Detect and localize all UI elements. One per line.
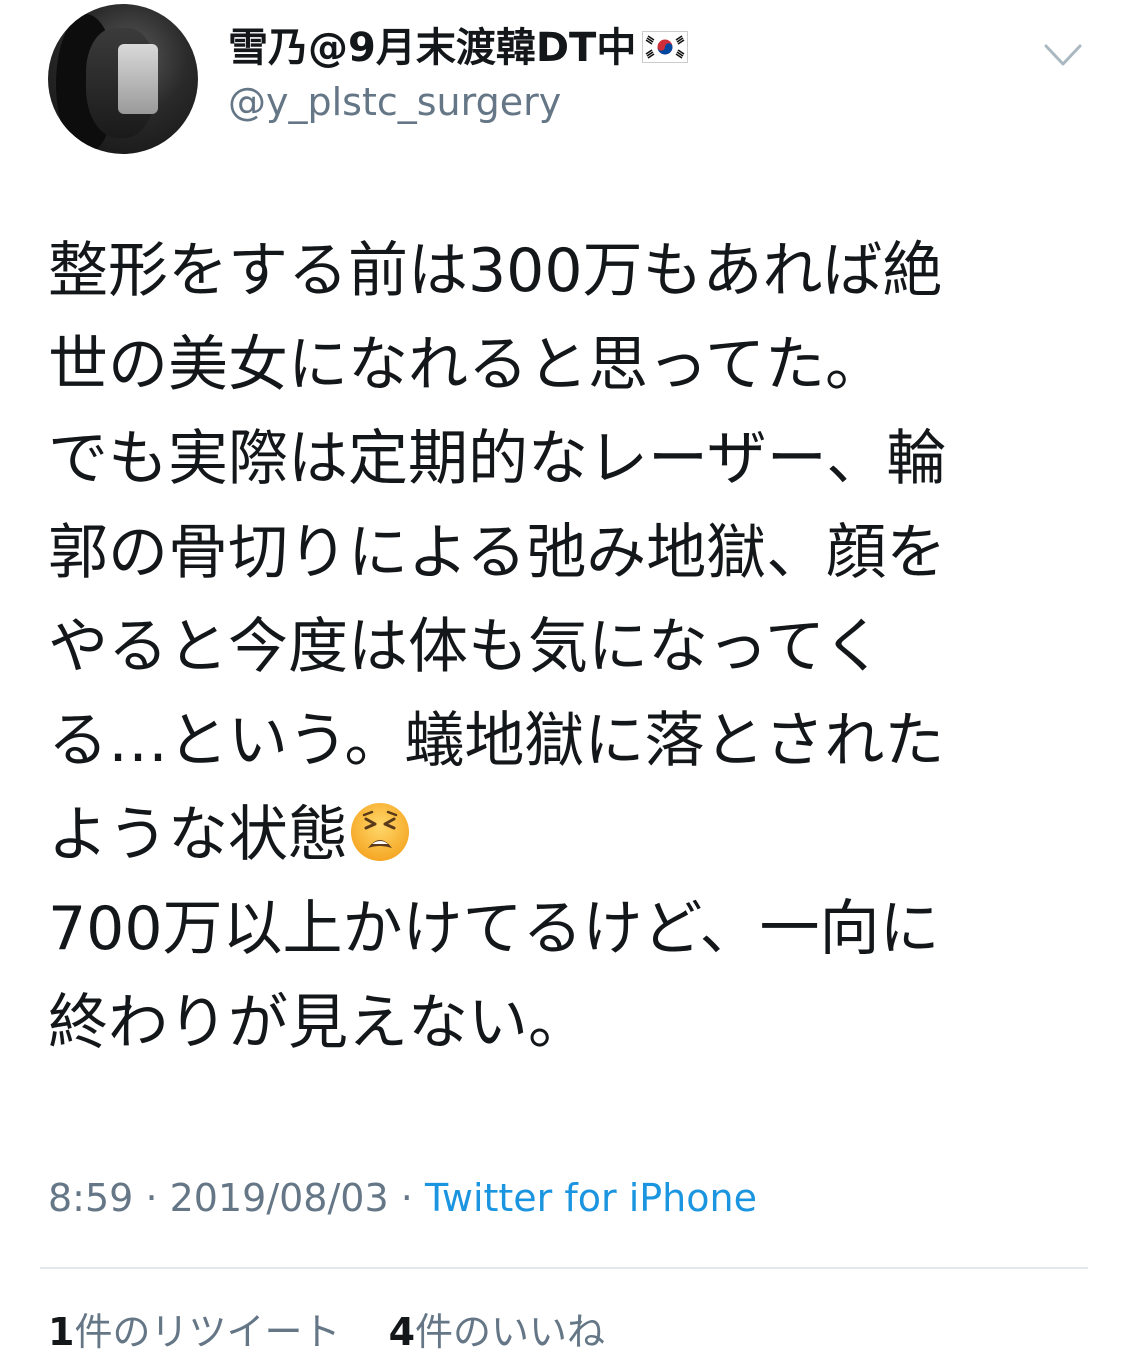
tweet-client-link[interactable]: Twitter for iPhone [425,1176,757,1220]
author-handle[interactable]: @y_plstc_surgery [228,76,561,128]
tweet-date[interactable]: 2019/08/03 [170,1176,389,1220]
divider [40,1267,1088,1269]
south-korea-flag-icon [642,31,689,63]
tired-face-emoji-icon [351,803,409,862]
tweet-stats: 1件のリツイート 4件のいいね [48,1302,605,1362]
tweet-text-segment: ような状態 [48,800,348,870]
avatar-phone-shape [118,44,158,114]
tweet-text-line: る…という。蟻地獄に落とされた [48,706,945,776]
author-display-name[interactable]: 雪乃@9月末渡韓DT中 [228,22,689,74]
like-label: 件のいいね [415,1310,606,1354]
tweet-metadata: 8:59 · 2019/08/03 · Twitter for iPhone [48,1168,757,1228]
meta-separator: · [145,1176,158,1220]
like-count: 4 [388,1310,416,1354]
retweet-label: 件のリツイート [74,1310,341,1354]
meta-separator: · [400,1176,413,1220]
tweet-text-line: 終わりが見えない。 [48,988,588,1058]
tweet-time[interactable]: 8:59 [48,1176,133,1220]
tweet-body: 整形をする前は300万もあれば絶 世の美女になれると思ってた。 でも実際は定期的… [48,224,1088,1070]
tweet-text-line: やると今度は体も気になってく [48,612,884,682]
display-name-text: 雪乃@9月末渡韓DT中 [228,25,637,71]
retweet-count: 1 [48,1310,75,1354]
retweets-count-link[interactable]: 1件のリツイート [48,1302,340,1362]
tweet-text-line-with-emoji: ような状態 [48,788,1088,882]
tweet-text-line: 郭の骨切りによる弛み地獄、顔を [48,518,947,588]
tweet-text-line: 世の美女になれると思ってた。 [48,330,885,400]
chevron-down-icon[interactable] [1040,38,1086,72]
tweet-text-line: 700万以上かけてるけど、一向に [48,894,940,964]
tweet-text-line: でも実際は定期的なレーザー、輪 [48,424,947,494]
likes-count-link[interactable]: 4件のいいね [389,1302,605,1362]
user-avatar[interactable] [48,4,198,154]
tweet-text-line: 整形をする前は300万もあれば絶 [48,236,943,306]
